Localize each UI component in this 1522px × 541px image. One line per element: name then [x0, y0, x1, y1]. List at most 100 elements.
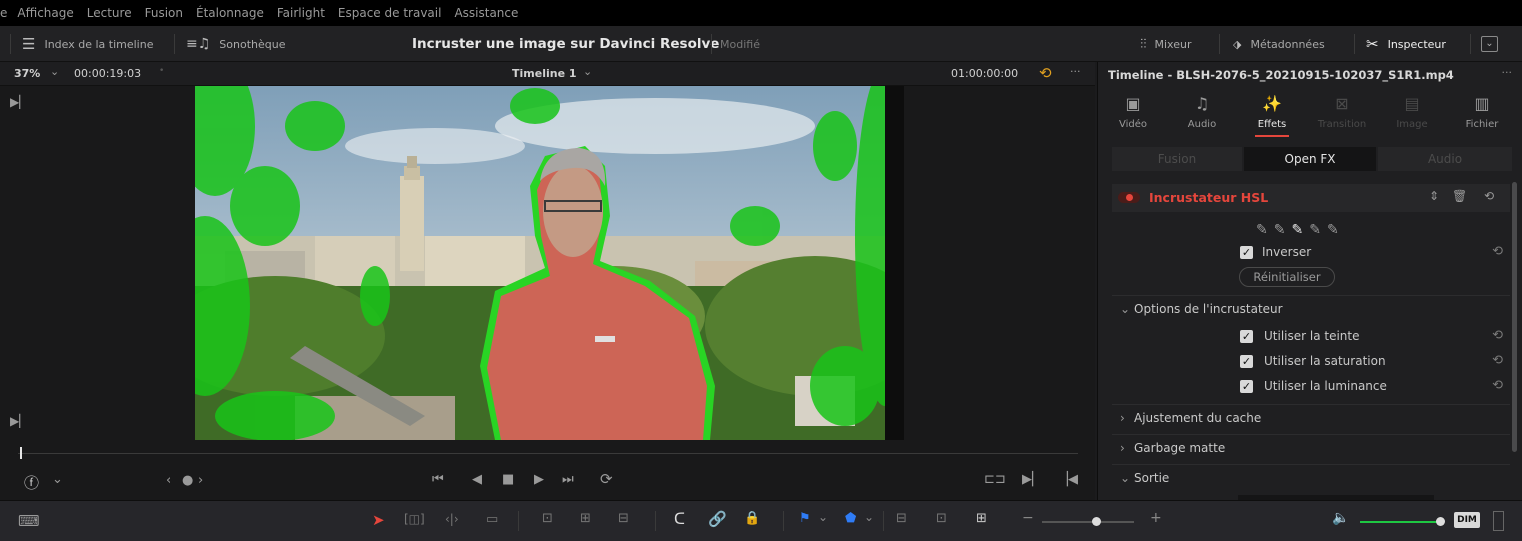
zoom-detail-icon[interactable]: ⊡ [936, 511, 947, 526]
luminance-checkbox[interactable]: ✓ [1240, 379, 1253, 393]
expand-button[interactable]: ⌄ [1481, 26, 1498, 62]
marker-chevron-icon[interactable]: ⌄ [864, 510, 874, 524]
divider [1112, 434, 1510, 435]
effect-header: Incrustateur HSL ⇕ 🗑 ⟲ [1112, 184, 1510, 212]
menu-item-e[interactable]: e [0, 6, 7, 20]
menu-item-lecture[interactable]: Lecture [87, 6, 132, 20]
playhead[interactable] [20, 447, 22, 459]
snapping-icon[interactable]: ᑕ [674, 510, 685, 528]
volume-slider[interactable] [1360, 521, 1440, 523]
play-icon[interactable]: ▶ [534, 472, 544, 487]
zoom-level[interactable]: 37% [14, 67, 40, 80]
softness-plus-icon[interactable]: ✎ [1327, 222, 1345, 238]
hue-reset-icon[interactable]: ⟲ [1492, 328, 1503, 343]
invert-checkbox[interactable]: ✓ [1240, 245, 1253, 259]
fx-icon[interactable]: ⓕ [24, 472, 39, 493]
metadata-button[interactable]: ⬗ Métadonnées [1233, 26, 1325, 62]
video-frame[interactable] [195, 86, 904, 440]
flag-icon[interactable]: ⚑ [799, 511, 811, 526]
hue-checkbox[interactable]: ✓ [1240, 329, 1253, 343]
effect-enable-toggle[interactable] [1118, 192, 1140, 203]
inspector-icon: ✂ [1366, 35, 1379, 53]
marker-icon[interactable]: ⬟ [845, 511, 856, 526]
blade-icon[interactable]: ▭ [486, 512, 498, 527]
volume-icon[interactable]: 🔈 [1332, 510, 1349, 526]
loop-icon[interactable]: ⟳ [600, 470, 613, 488]
zoom-in-icon[interactable]: + [1150, 510, 1162, 526]
jog-prev-icon[interactable]: ‹ [166, 473, 171, 488]
menu-item-affichage[interactable]: Affichage [17, 6, 73, 20]
keyboard-icon[interactable]: ⌨ [18, 512, 40, 530]
eyedropper-plus-icon[interactable]: ✎ [1291, 222, 1309, 238]
dim-button[interactable]: DIM [1454, 512, 1480, 528]
reset-button[interactable]: Réinitialiser [1239, 267, 1335, 287]
effects-wand-icon: ✨ [1262, 94, 1282, 113]
source-timecode[interactable]: 00:00:19:03 [74, 67, 141, 80]
replace-clip-icon[interactable]: ⊟ [618, 511, 629, 526]
play-reverse-icon[interactable]: ◀ [472, 472, 482, 487]
volume-slider-knob[interactable] [1436, 517, 1445, 526]
insert-clip-icon[interactable]: ⊡ [542, 511, 553, 526]
eyedropper-minus-icon[interactable]: ✎ [1274, 222, 1292, 238]
skip-back-icon[interactable]: ⏮ [432, 472, 444, 487]
effect-name[interactable]: Incrustateur HSL [1149, 190, 1268, 205]
mark-out-icon[interactable]: ▕◀ [1058, 472, 1078, 487]
jog-next-icon[interactable]: › [198, 473, 203, 488]
overwrite-clip-icon[interactable]: ⊞ [580, 511, 591, 526]
match-frame-icon[interactable]: ⊏⊐ [984, 472, 1006, 487]
divider [1112, 404, 1510, 405]
go-to-start-icon[interactable]: ▶▏ [10, 95, 28, 109]
softness-minus-icon[interactable]: ✎ [1309, 222, 1327, 238]
luminance-reset-icon[interactable]: ⟲ [1492, 378, 1503, 393]
zoom-slider-knob[interactable] [1092, 517, 1101, 526]
segment-audio[interactable]: Audio [1378, 147, 1512, 171]
saturation-checkbox[interactable]: ✓ [1240, 354, 1253, 368]
jog-dot-icon[interactable]: ● [182, 473, 193, 488]
menu-item-assistance[interactable]: Assistance [454, 6, 518, 20]
zoom-full-icon[interactable]: ⊟ [896, 511, 907, 526]
mixer-button[interactable]: ⫶⫶ Mixeur [1140, 26, 1191, 62]
fx-chevron-icon[interactable]: ⌄ [52, 472, 63, 487]
timeline-chevron-icon[interactable]: ⌄ [583, 65, 592, 78]
menu-item-etalonnage[interactable]: Étalonnage [196, 6, 264, 20]
menu-item-fusion[interactable]: Fusion [145, 6, 183, 20]
zoom-out-icon[interactable]: − [1022, 510, 1034, 526]
zoom-chevron-icon[interactable]: ⌄ [50, 65, 59, 78]
menu-item-fairlight[interactable]: Fairlight [277, 6, 325, 20]
sound-library-button[interactable]: ≡♫ Sonothèque [186, 26, 285, 62]
reorder-icon[interactable]: ⇕ [1429, 189, 1439, 203]
stop-icon[interactable]: ■ [502, 472, 514, 487]
selection-arrow-icon[interactable]: ➤ [372, 511, 385, 529]
playhead-sync-icon[interactable]: ⟲ [1039, 64, 1052, 82]
lock-icon[interactable]: 🔒 [744, 511, 760, 526]
menu-item-espace-de-travail[interactable]: Espace de travail [338, 6, 442, 20]
segment-open-fx[interactable]: Open FX [1244, 147, 1376, 171]
go-to-end-icon[interactable]: ▶▏ [10, 414, 28, 428]
inspector-options-icon[interactable]: ··· [1502, 66, 1513, 79]
eyedropper-icon[interactable]: ✎ [1256, 222, 1274, 238]
dynamic-trim-icon[interactable]: ‹|› [445, 512, 459, 526]
transport-controls: ⓕ ⌄ ‹ ● › ⏮ ◀ ■ ▶ ⏭ ⟳ ⊏⊐ ▶▏ ▕◀ [0, 464, 1095, 500]
scrubber[interactable] [0, 442, 1095, 464]
inspector-scrollbar[interactable] [1512, 182, 1517, 452]
flag-chevron-icon[interactable]: ⌄ [818, 510, 828, 524]
saturation-reset-icon[interactable]: ⟲ [1492, 353, 1503, 368]
delete-icon[interactable]: 🗑 [1452, 189, 1467, 203]
reset-effect-icon[interactable]: ⟲ [1484, 189, 1494, 203]
zoom-slider[interactable] [1042, 521, 1134, 523]
inspector-button[interactable]: ✂ Inspecteur [1366, 26, 1446, 62]
segment-fusion[interactable]: Fusion [1112, 147, 1242, 171]
chevron-right-icon: › [1120, 411, 1125, 425]
trim-icon[interactable]: [◫] [404, 512, 425, 526]
mark-in-icon[interactable]: ▶▏ [1022, 472, 1042, 487]
timeline-timecode[interactable]: 01:00:00:00 [951, 67, 1018, 80]
skip-forward-icon[interactable]: ⏭ [562, 472, 574, 487]
zoom-custom-icon[interactable]: ⊞ [976, 511, 987, 526]
timeline-index-button[interactable]: ☰ Index de la timeline [22, 26, 153, 62]
link-icon[interactable]: 🔗 [708, 510, 727, 528]
invert-reset-icon[interactable]: ⟲ [1492, 244, 1503, 259]
audio-meter-icon[interactable] [1493, 511, 1504, 531]
viewer-options-icon[interactable]: ··· [1070, 65, 1081, 78]
divider [1470, 34, 1471, 54]
timeline-name[interactable]: Timeline 1 [512, 67, 577, 80]
